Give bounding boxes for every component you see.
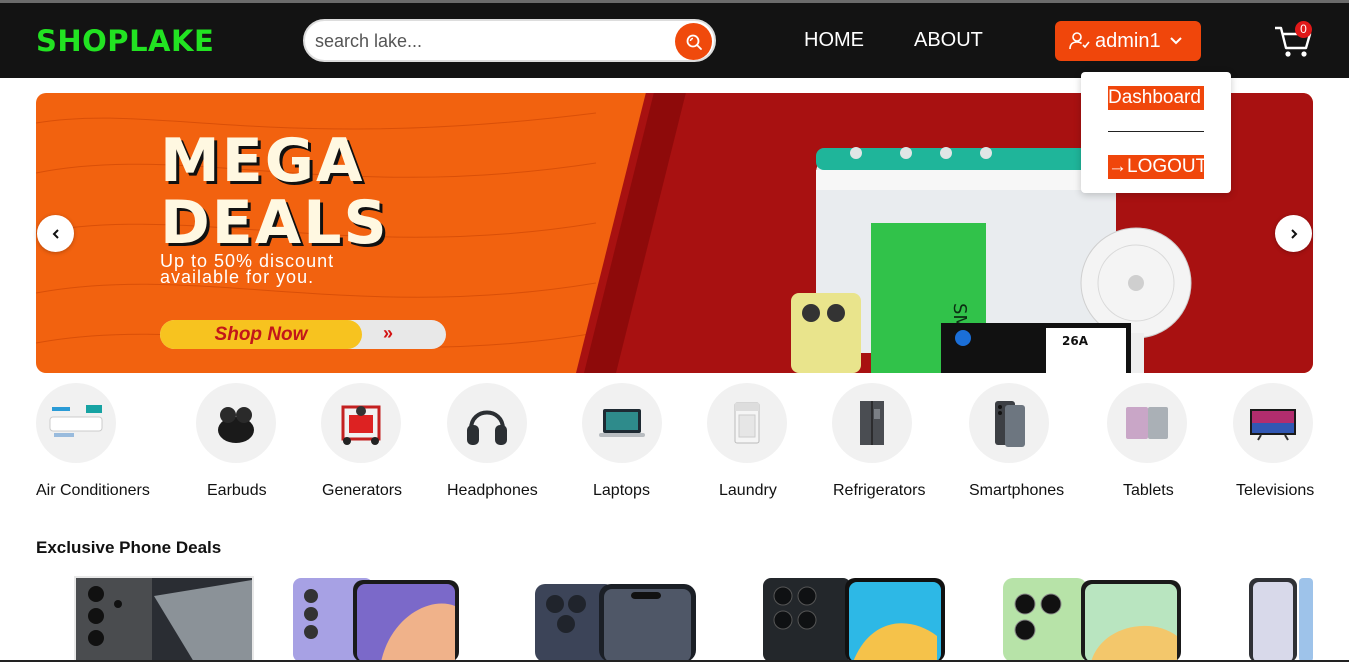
phone-deal-card[interactable] <box>291 576 461 662</box>
section-title: Exclusive Phone Deals <box>36 538 222 557</box>
phone-image <box>535 584 696 662</box>
category-label[interactable]: Refrigerators <box>833 482 925 500</box>
search-input[interactable] <box>315 28 665 54</box>
category-smartphones[interactable] <box>969 383 1049 463</box>
category-tablets[interactable] <box>1107 383 1187 463</box>
logout-arrow-icon: → <box>1108 156 1127 177</box>
category-label[interactable]: Air Conditioners <box>36 482 150 500</box>
refrigerator-icon <box>860 401 884 445</box>
dashboard-menu-item[interactable]: Dashboard <box>1108 86 1204 110</box>
top-navbar: SHOPLAKE HOME ABOUT admin1 0 <box>0 3 1349 78</box>
site-logo[interactable]: SHOPLAKE <box>36 24 214 58</box>
headphones-icon <box>467 410 507 445</box>
smartphone-icon <box>995 401 1025 447</box>
phone-deal-card[interactable] <box>1001 576 1181 662</box>
banner-subtitle: Up to 50% discount available for you. <box>160 252 334 287</box>
svg-text:26A: 26A <box>1062 334 1089 348</box>
menu-divider <box>1108 131 1204 132</box>
chevron-right-icon <box>1290 228 1297 239</box>
phone-deal-card[interactable] <box>761 576 946 662</box>
category-label[interactable]: Tablets <box>1123 482 1174 500</box>
category-label[interactable]: Generators <box>322 482 402 500</box>
washing-machine-icon <box>734 402 760 444</box>
cart-button[interactable]: 0 <box>1273 21 1313 59</box>
user-name: admin1 <box>1095 29 1161 52</box>
phone-image <box>763 578 945 662</box>
category-laptops[interactable] <box>582 383 662 463</box>
phone-deal-card[interactable] <box>1249 576 1313 662</box>
logout-menu-item[interactable]: →LOGOUT <box>1108 155 1208 179</box>
search-icon <box>686 34 702 50</box>
category-label[interactable]: Smartphones <box>969 482 1064 500</box>
category-generators[interactable] <box>321 383 401 463</box>
category-label[interactable]: Earbuds <box>207 482 267 500</box>
search-button[interactable] <box>675 23 712 60</box>
phone-image <box>74 576 254 662</box>
category-refrigerators[interactable] <box>832 383 912 463</box>
chevron-down-icon <box>1169 37 1182 45</box>
category-televisions[interactable] <box>1233 383 1313 463</box>
logout-label: LOGOUT <box>1127 156 1208 177</box>
category-label[interactable]: Laundry <box>719 482 777 500</box>
generator-icon <box>341 405 381 445</box>
search-bar <box>303 19 716 62</box>
phone-image <box>1003 578 1181 662</box>
banner-subtitle-line-2: available for you. <box>160 267 315 287</box>
user-check-icon <box>1069 32 1090 50</box>
carousel-prev-button[interactable] <box>37 215 74 252</box>
double-chevron-icon: » <box>383 323 394 343</box>
category-label[interactable]: Televisions <box>1236 482 1314 500</box>
phone-deal-card[interactable] <box>533 576 698 662</box>
nav-home-link[interactable]: HOME <box>804 29 864 52</box>
carousel-next-button[interactable] <box>1275 215 1312 252</box>
banner-headline-line-1: MEGA <box>160 126 365 196</box>
laptop-icon <box>599 409 645 437</box>
category-label[interactable]: Headphones <box>447 482 538 500</box>
chevron-left-icon <box>52 228 59 239</box>
user-menu-button[interactable]: admin1 <box>1055 21 1201 61</box>
category-air-conditioners[interactable] <box>36 383 116 463</box>
shop-now-label: Shop Now <box>160 320 362 349</box>
user-dropdown-menu: Dashboard →LOGOUT <box>1081 72 1231 193</box>
banner-headline-line-2: DEALS <box>160 188 389 258</box>
banner-headline: MEGA DEALS <box>160 130 389 254</box>
tablet-icon <box>1126 407 1168 439</box>
television-icon <box>1250 409 1296 441</box>
shop-now-button[interactable]: Shop Now » <box>160 320 446 349</box>
category-label[interactable]: Laptops <box>593 482 650 500</box>
air-conditioner-icon <box>49 405 103 437</box>
earbuds-icon <box>218 407 254 443</box>
phone-deal-card[interactable] <box>74 576 254 662</box>
category-laundry[interactable] <box>707 383 787 463</box>
category-earbuds[interactable] <box>196 383 276 463</box>
cart-count-badge: 0 <box>1295 21 1312 38</box>
category-headphones[interactable] <box>447 383 527 463</box>
phone-image <box>1249 578 1313 662</box>
phone-image <box>293 578 459 662</box>
nav-about-link[interactable]: ABOUT <box>914 29 983 52</box>
